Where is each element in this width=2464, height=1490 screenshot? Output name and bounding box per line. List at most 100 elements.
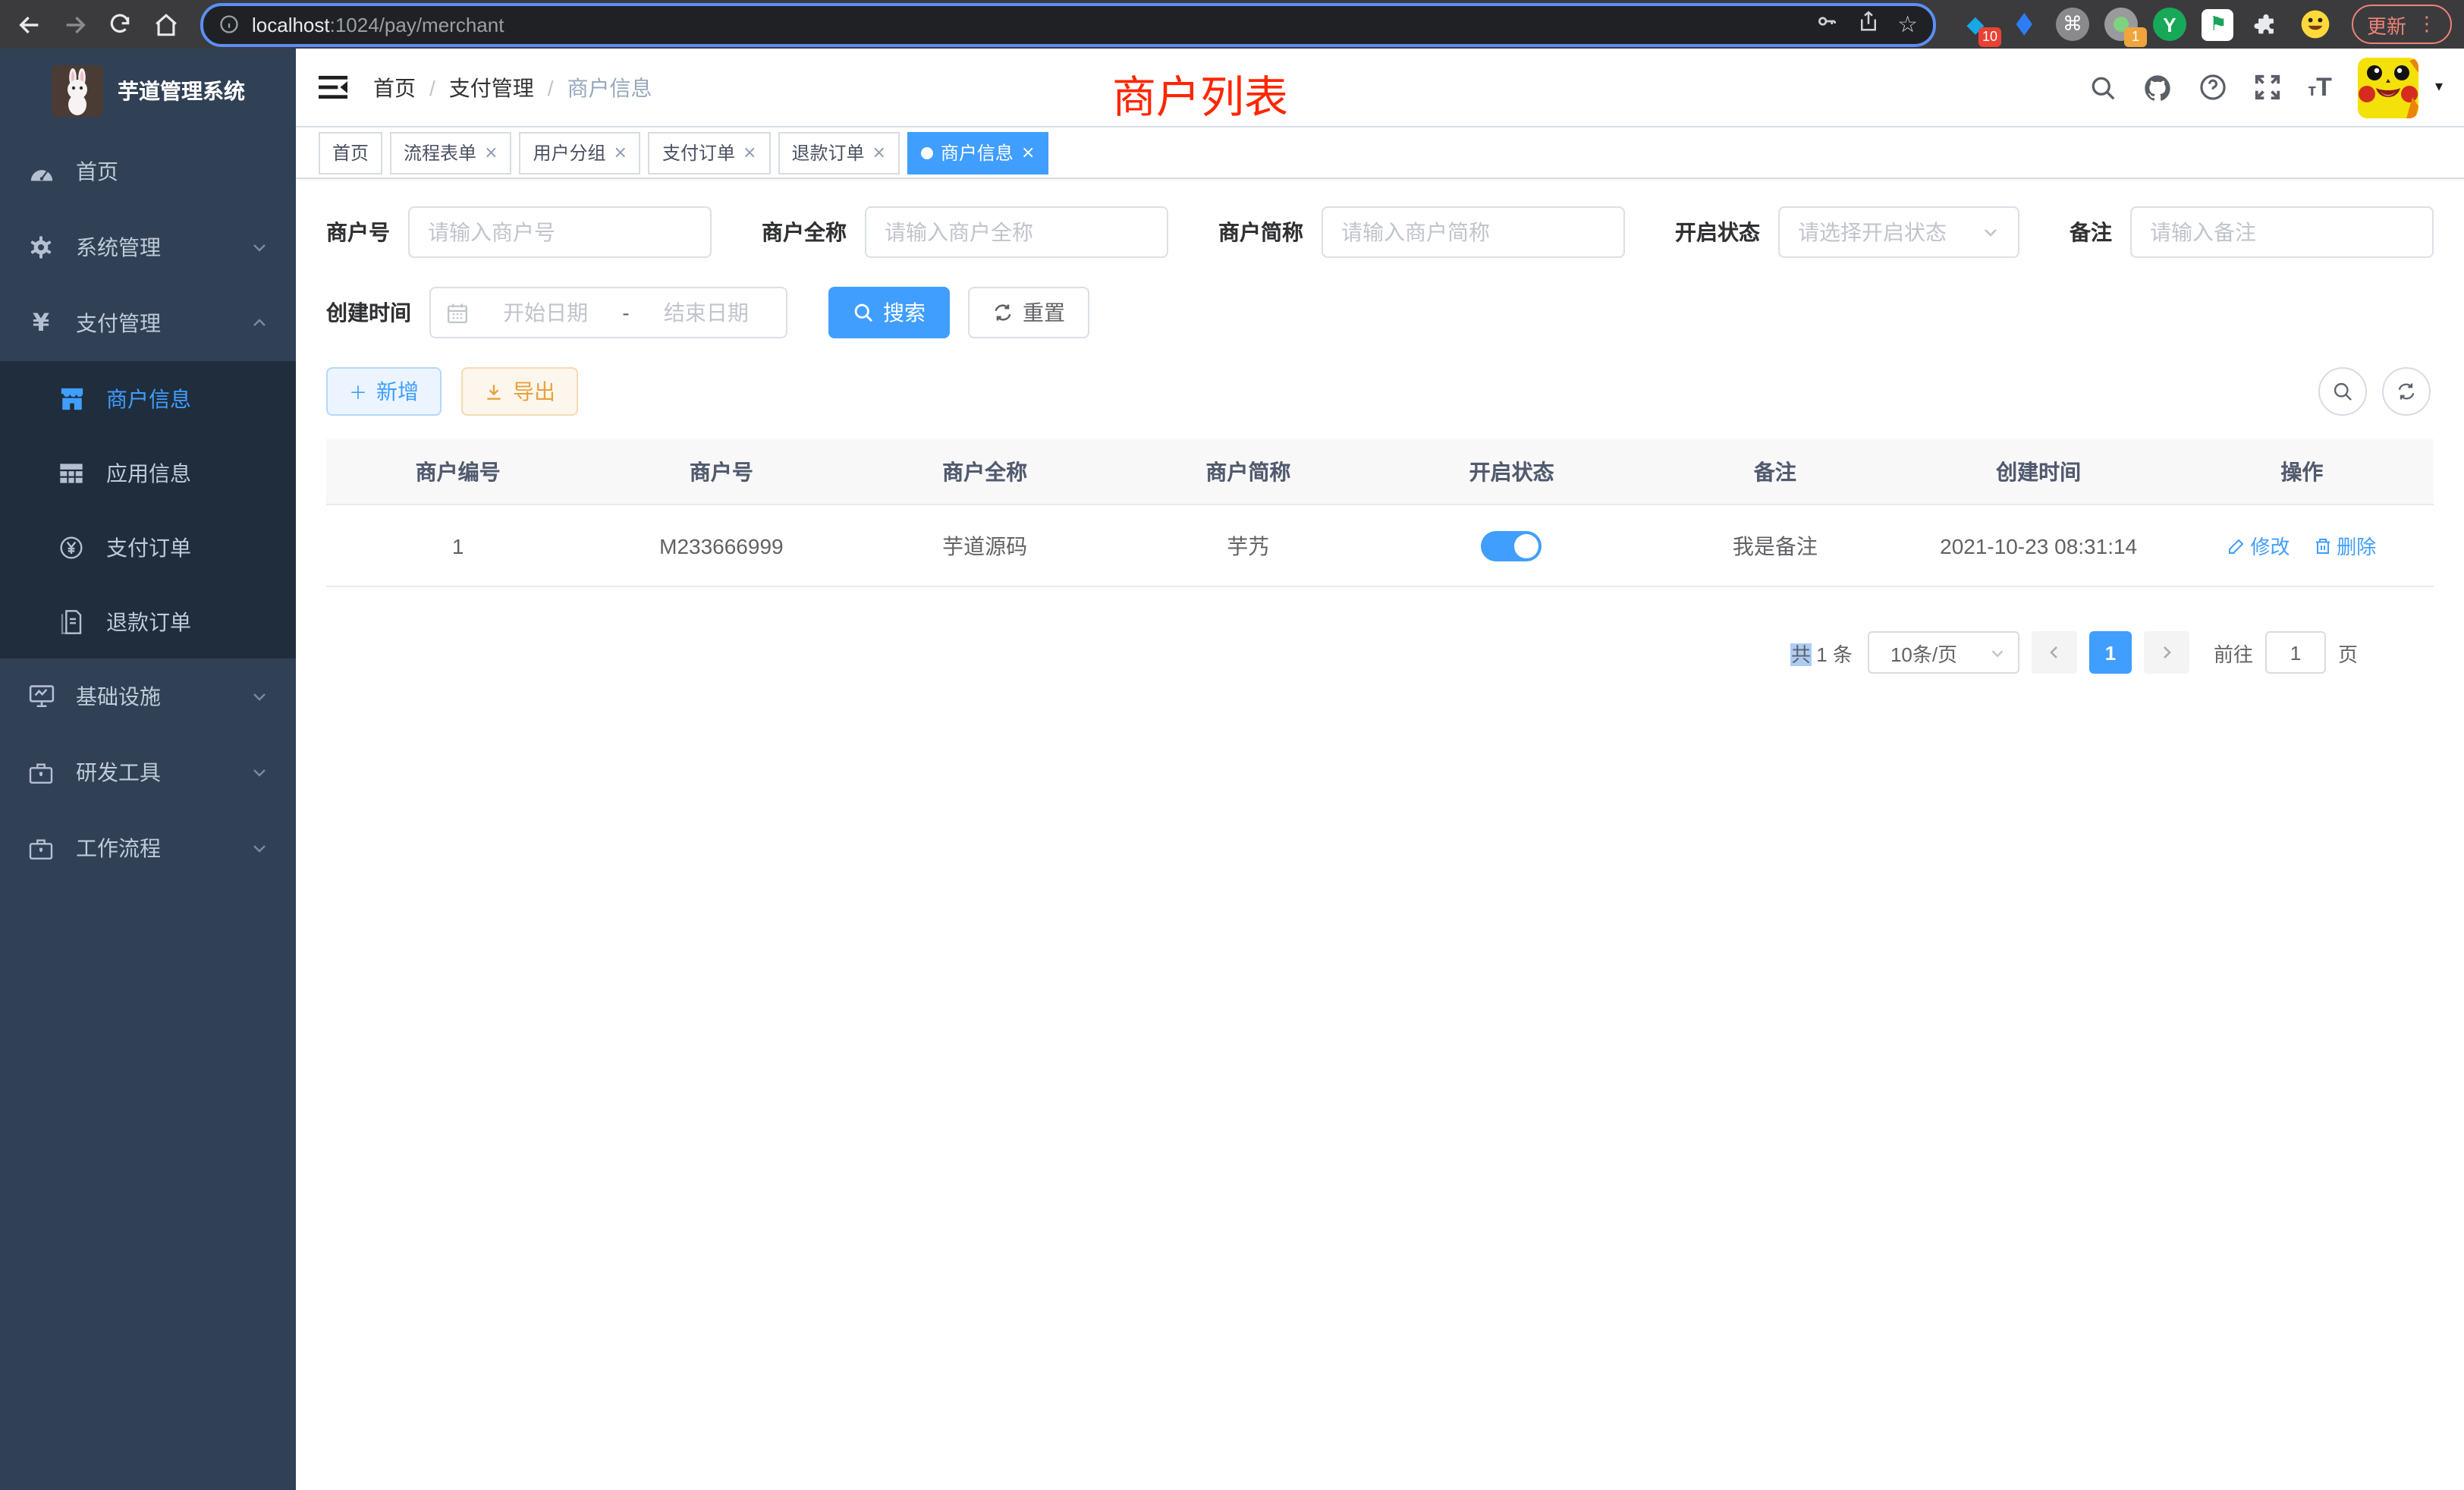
search-icon [2332,381,2353,402]
github-icon[interactable] [2142,72,2173,102]
browser-update-menu[interactable]: 更新 ⋮ [2352,5,2452,44]
close-icon[interactable]: × [484,143,498,162]
emoji-extension-icon[interactable] [2297,6,2334,42]
sidebar-item-refund-order[interactable]: 退款订单 [0,584,296,659]
next-page-button[interactable] [2144,631,2189,674]
edit-link[interactable]: 修改 [2227,531,2290,560]
sidebar-item-workflow[interactable]: 工作流程 [0,810,296,886]
sidebar-item-payment[interactable]: ¥ 支付管理 [0,285,296,361]
kebab-menu-icon[interactable]: ⋮ [2417,13,2437,36]
remark-input[interactable] [2130,206,2434,258]
site-info-icon[interactable] [218,14,240,35]
sidebar-item-pay-order[interactable]: 支付订单 [0,510,296,584]
status-toggle-on[interactable] [1482,530,1542,561]
date-start-placeholder: 开始日期 [481,297,610,328]
browser-home-icon[interactable] [143,2,188,47]
short-name-input[interactable] [1322,206,1625,258]
yen-icon: ¥ [27,311,55,335]
chevron-down-icon [250,687,269,706]
merchant-no-input[interactable] [408,206,712,258]
grid-icon [58,462,85,483]
column-header-actions: 操作 [2170,439,2434,505]
sidebar-toggle-icon[interactable] [296,49,370,126]
yen-circle-icon [58,535,85,559]
extension-badge: 1 [2124,27,2147,47]
sidebar-logo-row[interactable]: 芋道管理系统 [0,49,296,134]
browser-back-icon[interactable] [6,2,52,47]
status-select[interactable]: 请选择开启状态 [1778,206,2019,258]
header-search-icon[interactable] [2089,74,2117,101]
export-button[interactable]: 导出 [461,367,578,416]
goto-page-input[interactable] [2265,631,2326,674]
flag-extension-icon[interactable]: ⚑ [2200,6,2236,42]
app-header: 首页 / 支付管理 / 商户信息 商户列表 [296,49,2464,126]
tags-view-bar: 首页 流程表单 × 用户分组 × 支付订单 × 退款订单 × [296,126,2464,179]
browser-forward-icon[interactable] [52,2,97,47]
browser-reload-icon[interactable] [97,2,143,47]
plus-icon: ＋ [349,379,367,404]
page-number-current[interactable]: 1 [2089,631,2132,674]
pencil-icon [2227,536,2246,555]
create-time-range-picker[interactable]: 开始日期 - 结束日期 [429,287,787,338]
reset-button[interactable]: 重置 [968,287,1089,338]
chevron-down-icon [250,238,269,256]
share-icon[interactable] [1856,8,1879,40]
tab-process-form[interactable]: 流程表单 × [390,131,511,174]
page-size-select[interactable]: 10条/页 [1868,631,2019,674]
sidebar-item-app-info[interactable]: 应用信息 [0,435,296,510]
status-select-placeholder: 请选择开启状态 [1798,217,1947,247]
close-icon[interactable]: × [614,143,627,162]
full-name-input[interactable] [865,206,1168,258]
chevron-down-icon [1989,644,2006,661]
tab-merchant-info-active[interactable]: 商户信息 × [907,131,1048,174]
address-bar[interactable]: localhost:1024/pay/merchant ☆ [200,2,1936,46]
sidebar-item-dev-tools[interactable]: 研发工具 [0,734,296,810]
update-label: 更新 [2367,10,2406,39]
tab-user-group[interactable]: 用户分组 × [520,131,641,174]
sidebar-item-merchant-info[interactable]: 商户信息 [0,361,296,435]
cell-short-name: 芋艿 [1117,505,1380,586]
column-header-remark: 备注 [1643,439,1906,505]
recorder-extension-icon[interactable]: 1 [2103,6,2139,42]
shop-icon [58,386,85,410]
cell-id: 1 [326,505,589,586]
translate-extension-icon[interactable]: ◆ 10 [1957,6,1994,42]
font-size-icon[interactable]: тT [2308,74,2332,100]
active-tab-dot [921,146,933,159]
avatar-dropdown-caret-icon[interactable]: ▾ [2435,79,2443,96]
tab-home[interactable]: 首页 [319,131,382,174]
briefcase-icon [27,761,55,784]
page-annotation-title: 商户列表 [1112,61,1288,125]
sidebar-item-system[interactable]: 系统管理 [0,209,296,285]
gear-icon [27,235,55,259]
tab-refund-order[interactable]: 退款订单 × [778,131,899,174]
chevron-down-icon [250,839,269,857]
prev-page-button[interactable] [2032,631,2077,674]
refresh-table-button[interactable] [2382,367,2431,416]
toggle-search-button[interactable] [2318,367,2367,416]
breadcrumb-home[interactable]: 首页 [373,72,416,102]
dashboard-icon [27,160,55,183]
help-icon[interactable] [2198,73,2227,102]
extension-badge: 10 [1978,27,2001,47]
fullscreen-icon[interactable] [2253,73,2282,102]
document-icon [58,609,85,633]
user-avatar[interactable] [2358,57,2418,118]
delete-link[interactable]: 删除 [2314,531,2376,560]
page-suffix-label: 页 [2338,638,2358,667]
gem-extension-icon[interactable]: ◆ [2006,6,2042,42]
tab-pay-order[interactable]: 支付订单 × [649,131,770,174]
sidebar-item-home[interactable]: 首页 [0,134,296,209]
command-extension-icon[interactable]: ⌘ [2054,6,2091,42]
close-icon[interactable]: × [872,143,885,162]
y-extension-icon[interactable]: Y [2151,6,2188,42]
sidebar-item-infrastructure[interactable]: 基础设施 [0,659,296,734]
extensions-puzzle-icon[interactable] [2249,6,2285,42]
add-button[interactable]: ＋ 新增 [326,367,442,416]
search-button[interactable]: 搜索 [828,287,950,338]
breadcrumb-payment[interactable]: 支付管理 [449,72,534,102]
close-icon[interactable]: × [743,143,756,162]
close-icon[interactable]: × [1021,143,1035,162]
password-key-icon[interactable] [1814,8,1838,40]
bookmark-star-icon[interactable]: ☆ [1897,11,1918,38]
